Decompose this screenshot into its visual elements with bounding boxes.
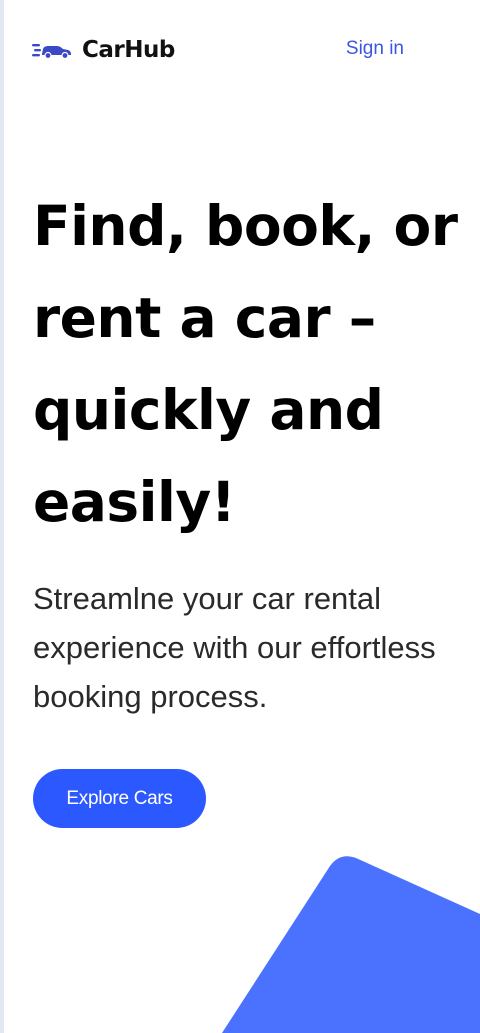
logo-text: CarHub bbox=[82, 37, 175, 63]
window-edge bbox=[0, 0, 4, 1033]
page: CarHub Sign in Find, book, or rent a car… bbox=[0, 0, 480, 1033]
explore-cars-button[interactable]: Explore Cars bbox=[33, 769, 206, 828]
sign-in-link[interactable]: Sign in bbox=[346, 38, 404, 60]
car-speed-icon bbox=[32, 44, 71, 60]
hero-subtitle: Streamlne your car rental experience wit… bbox=[33, 581, 436, 714]
hero-title: Find, book, or rent a car – quickly and … bbox=[33, 194, 458, 534]
navbar: CarHub Sign in bbox=[32, 30, 412, 70]
logo[interactable]: CarHub bbox=[32, 30, 175, 70]
